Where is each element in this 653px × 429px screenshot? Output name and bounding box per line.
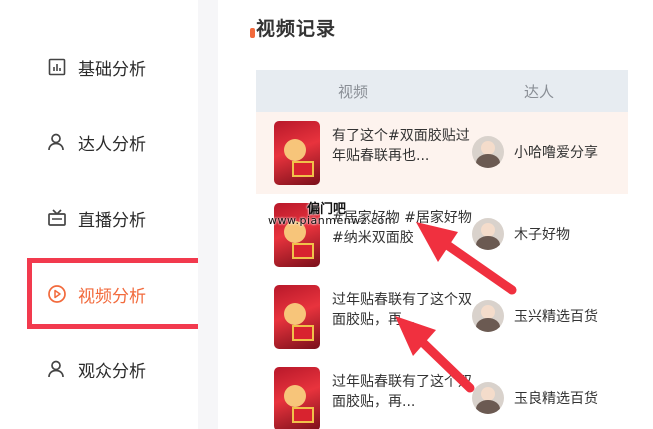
influencer-name[interactable]: 小哈噜爱分享 [514,142,598,162]
sidebar-item-basic-analysis[interactable]: 基础分析 [46,47,146,87]
table-row[interactable]: 有了这个#双面胶贴过年贴春联再也... 小哈噜爱分享 [256,112,628,194]
active-item-highlight-box [27,258,208,329]
sidebar-item-label: 观众分析 [78,361,146,382]
avatar[interactable] [472,218,504,250]
avatar[interactable] [472,136,504,168]
table-header: 视频 达人 [256,70,628,112]
sidebar-item-live-analysis[interactable]: 直播分析 [46,198,146,238]
video-thumbnail[interactable] [274,121,320,185]
video-title[interactable]: 过年贴春联有了这个双面胶贴，再... [332,372,472,412]
tv-icon [46,207,68,229]
sidebar-item-audience-analysis[interactable]: 观众分析 [46,349,146,389]
section-title: 视频记录 [249,14,336,41]
page: 基础分析 达人分析 直播分析 视频分析 观众分析 视频记录 视频 达人 有了这个… [0,0,653,429]
influencer-name[interactable]: 木子好物 [514,224,570,244]
video-thumbnail[interactable] [274,285,320,349]
user-icon [46,131,68,153]
video-title[interactable]: 有了这个#双面胶贴过年贴春联再也... [332,126,472,166]
bar-chart-icon [46,56,68,78]
avatar[interactable] [472,382,504,414]
video-title[interactable]: 过年贴春联有了这个双面胶贴，再... [332,290,472,330]
sidebar-item-label: 达人分析 [78,134,146,155]
panel-divider [198,0,218,429]
user-icon [46,358,68,380]
influencer-name[interactable]: 玉良精选百货 [514,388,598,408]
avatar[interactable] [472,300,504,332]
sidebar-item-influencer-analysis[interactable]: 达人分析 [46,122,146,162]
sidebar-item-label: 基础分析 [78,59,146,80]
influencer-name[interactable]: 玉兴精选百货 [514,306,598,326]
table-row[interactable]: 过年贴春联有了这个双面胶贴，再... 玉良精选百货 [256,358,628,429]
sidebar-item-label: 直播分析 [78,210,146,231]
table-row[interactable]: 过年贴春联有了这个双面胶贴，再... 玉兴精选百货 [256,276,628,358]
column-header-influencer: 达人 [524,82,555,101]
video-thumbnail[interactable] [274,367,320,429]
sidebar: 基础分析 达人分析 直播分析 视频分析 观众分析 [0,0,208,429]
column-header-video: 视频 [338,82,369,101]
watermark-url: www.pianmenwz.com [268,214,396,227]
